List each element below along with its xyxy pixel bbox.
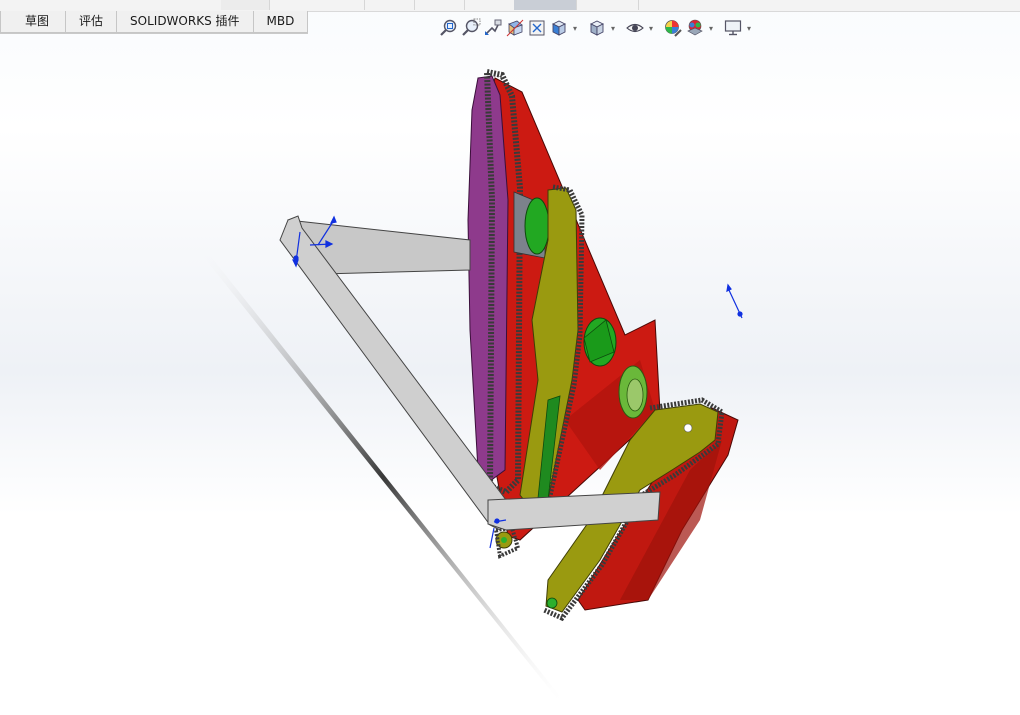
middle-gear	[583, 317, 617, 367]
upper-gear	[524, 197, 550, 255]
lower-gear	[618, 365, 648, 419]
graphics-area[interactable]: 草图 评估 SOLIDWORKS 插件 MBD ▾ ▾ ▾ ▾ ▾	[0, 0, 1020, 715]
assembly-model-view[interactable]	[0, 0, 1020, 715]
